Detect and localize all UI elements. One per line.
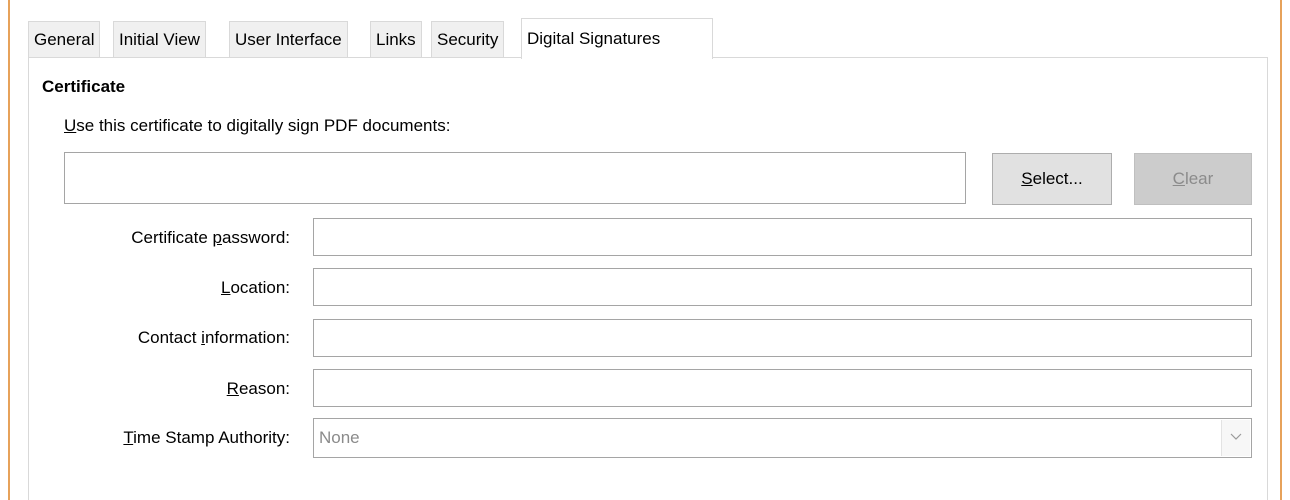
- mnemonic-t: T: [123, 428, 134, 447]
- certificate-field[interactable]: [64, 152, 966, 204]
- contact-information-label: Contact information:: [138, 328, 290, 348]
- mnemonic-u: U: [64, 116, 77, 135]
- label-part: Contact: [137, 328, 202, 347]
- window-right-edge: [1280, 0, 1290, 500]
- label-part: ocation:: [230, 278, 290, 297]
- label-part: ime Stamp Authority:: [133, 428, 290, 447]
- mnemonic-r: R: [226, 379, 239, 398]
- time-stamp-authority-select[interactable]: None: [313, 418, 1252, 458]
- reason-field[interactable]: [313, 369, 1252, 407]
- label-part: nformation:: [204, 328, 290, 347]
- location-field[interactable]: [313, 268, 1252, 306]
- clear-certificate-button[interactable]: Clear: [1134, 153, 1252, 205]
- contact-information-field[interactable]: [313, 319, 1252, 357]
- tab-user-interface[interactable]: User Interface: [229, 21, 348, 57]
- certificate-section-title: Certificate: [42, 77, 126, 96]
- time-stamp-authority-value: None: [319, 428, 360, 447]
- button-label: lear: [1184, 169, 1214, 188]
- certificate-password-field[interactable]: [313, 218, 1252, 256]
- tab-digital-signatures[interactable]: Digital Signatures: [521, 18, 713, 59]
- tab-links[interactable]: Links: [370, 21, 422, 57]
- time-stamp-authority-label: Time Stamp Authority:: [123, 428, 290, 448]
- tab-general[interactable]: General: [28, 21, 101, 57]
- mnemonic-p: p: [212, 228, 222, 247]
- label-text: se this certificate to digitally sign PD…: [76, 116, 451, 135]
- tab-security[interactable]: Security: [431, 21, 505, 57]
- certificate-description-label: Use this certificate to digitally sign P…: [64, 116, 450, 136]
- mnemonic-s: S: [1021, 169, 1033, 188]
- location-label: Location:: [221, 278, 290, 298]
- dropdown-button[interactable]: [1221, 420, 1250, 456]
- select-certificate-button[interactable]: Select...: [992, 153, 1112, 205]
- certificate-password-label: Certificate password:: [131, 228, 290, 248]
- window-left-edge: [0, 0, 10, 500]
- label-part: assword:: [221, 228, 290, 247]
- reason-label: Reason:: [227, 379, 290, 399]
- button-label: elect...: [1032, 169, 1083, 188]
- mnemonic-c: C: [1172, 169, 1185, 188]
- label-part: Certificate: [131, 228, 213, 247]
- chevron-down-icon: [1230, 433, 1242, 440]
- label-part: eason:: [238, 379, 290, 398]
- tab-initial-view[interactable]: Initial View: [113, 21, 206, 57]
